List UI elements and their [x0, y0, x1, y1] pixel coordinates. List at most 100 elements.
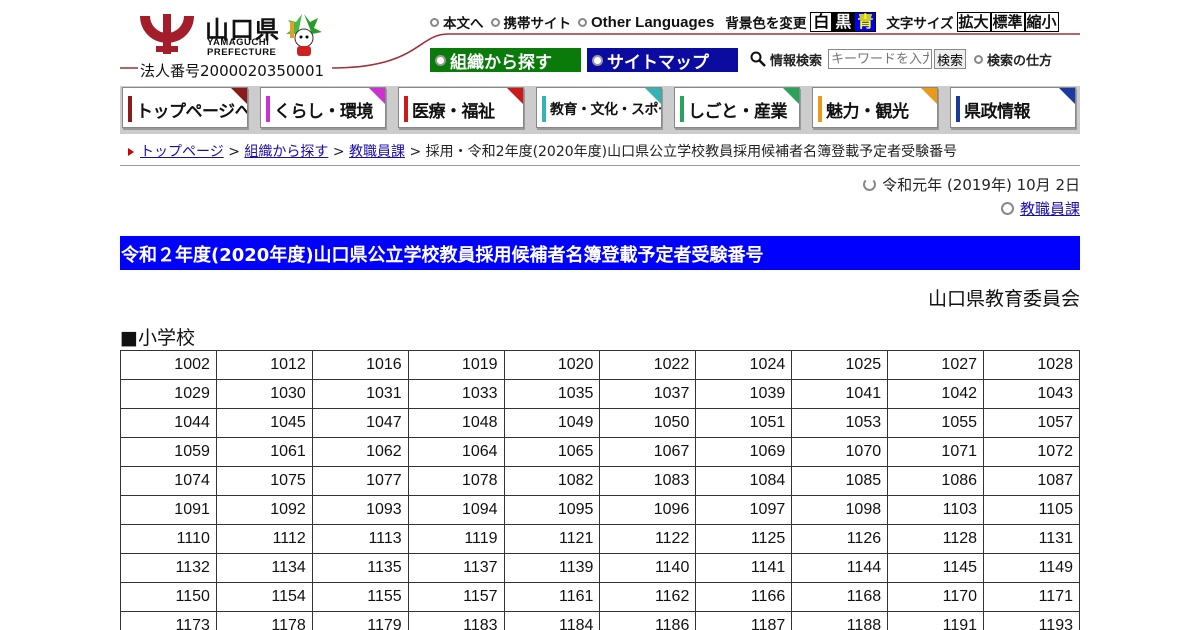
- search-icon: [750, 51, 766, 67]
- gnav-work-industry[interactable]: しごと・産業: [674, 87, 800, 128]
- department-link-row: 教職員課: [1000, 198, 1080, 219]
- mobile-site-link[interactable]: 携帯サイト: [490, 12, 571, 32]
- table-cell: 1112: [215, 524, 313, 554]
- table-cell: 1188: [791, 611, 889, 630]
- issuer-name: 山口県教育委員会: [927, 288, 1080, 310]
- gnav-education-culture-sports[interactable]: 教育・文化・スポーツ: [536, 87, 662, 128]
- table-cell: 1002: [120, 350, 217, 380]
- table-cell: 1065: [503, 437, 601, 467]
- table-cell: 1062: [311, 437, 409, 467]
- skip-to-content-link[interactable]: 本文へ: [430, 12, 484, 32]
- section-heading: ■小学校: [120, 327, 195, 349]
- table-cell: 1016: [311, 350, 409, 380]
- table-cell: 1103: [887, 495, 985, 525]
- gnav-living-environment[interactable]: くらし・環境: [260, 87, 386, 128]
- table-cell: 1075: [215, 466, 313, 496]
- department-link[interactable]: 教職員課: [1020, 198, 1080, 219]
- gnav-medical-welfare[interactable]: 医療・福祉: [398, 87, 524, 128]
- table-cell: 1086: [887, 466, 985, 496]
- font-small-button[interactable]: 縮小: [1024, 12, 1059, 32]
- table-cell: 1132: [120, 553, 217, 583]
- sitemap-button[interactable]: サイトマップ: [587, 48, 738, 73]
- breadcrumb-top-link[interactable]: トップページ: [140, 144, 224, 160]
- table-cell: 1166: [695, 582, 793, 612]
- table-cell: 1094: [407, 495, 505, 525]
- table-cell: 1083: [599, 466, 697, 496]
- bullet-icon: [430, 17, 439, 27]
- category-color-bar: [404, 96, 408, 122]
- updated-date-text: 令和元年 (2019年) 10月 2日: [882, 176, 1080, 194]
- search-by-organization-button[interactable]: 組織から探す: [430, 48, 581, 73]
- table-cell: 1012: [215, 350, 313, 380]
- bullet-icon: [974, 54, 984, 64]
- gnav-label: 医療・福祉: [412, 102, 495, 122]
- table-cell: 1178: [215, 611, 313, 630]
- table-row: 1091 1092 1093 1094 1095 1096 1097 1098 1103 1105: [120, 495, 1080, 525]
- site-logo-english: YAMAGUCHI PREFECTURE: [207, 38, 276, 58]
- table-cell: 1043: [983, 379, 1080, 409]
- breadcrumb-dept-link[interactable]: 教職員課: [349, 144, 405, 160]
- table-row: 1110 1112 1113 1119 1121 1122 1125 1126 1128 1131: [120, 524, 1080, 554]
- site-search: 情報検索 検索 検索の仕方: [750, 49, 1052, 69]
- breadcrumb: トップページ > 組織から探す > 教職員課 > 採用・令和2年度(2020年度…: [128, 141, 957, 161]
- table-cell: 1150: [120, 582, 217, 612]
- font-large-button[interactable]: 拡大: [956, 12, 991, 32]
- table-row: 1029 1030 1031 1033 1035 1037 1039 1041 1042 1043: [120, 379, 1080, 409]
- table-cell: 1145: [887, 553, 985, 583]
- table-cell: 1055: [887, 408, 985, 438]
- other-languages-label: Other Languages: [591, 13, 715, 31]
- sitemap-label: サイトマップ: [607, 52, 709, 73]
- bullet-icon: [1000, 202, 1014, 215]
- corner-triangle-icon: [1059, 88, 1075, 104]
- table-cell: 1061: [215, 437, 313, 467]
- category-color-bar: [680, 96, 684, 122]
- breadcrumb-divider: [120, 165, 1080, 166]
- category-color-bar: [128, 96, 132, 122]
- breadcrumb-separator: >: [228, 144, 240, 160]
- gnav-attractions-tourism[interactable]: 魅力・観光: [812, 87, 938, 128]
- prefecture-emblem-icon[interactable]: [136, 10, 198, 56]
- table-cell: 1031: [311, 379, 409, 409]
- table-cell: 1139: [503, 553, 601, 583]
- gnav-prefectural-info[interactable]: 県政情報: [950, 87, 1076, 128]
- table-cell: 1069: [695, 437, 793, 467]
- table-cell: 1140: [599, 553, 697, 583]
- corner-triangle-icon: [369, 88, 385, 104]
- table-cell: 1047: [311, 408, 409, 438]
- table-cell: 1128: [887, 524, 985, 554]
- exam-number-table: 1002 1012 1016 1019 1020 1022 1024 1025 1027 1028…: [120, 350, 1080, 630]
- search-input[interactable]: [828, 49, 933, 69]
- table-cell: 1084: [695, 466, 793, 496]
- search-button[interactable]: 検索: [934, 49, 967, 69]
- table-row: 1059 1061 1062 1064 1065 1067 1069 1070 1071 1072: [120, 437, 1080, 467]
- table-cell: 1191: [887, 611, 985, 630]
- search-howto-link[interactable]: 検索の仕方: [974, 50, 1052, 69]
- breadcrumb-arrow-icon: [128, 148, 134, 156]
- bg-white-button[interactable]: 白: [810, 12, 833, 32]
- table-cell: 1155: [311, 582, 409, 612]
- table-cell: 1157: [407, 582, 505, 612]
- table-cell: 1035: [503, 379, 601, 409]
- bg-blue-button[interactable]: 青: [854, 12, 877, 32]
- table-cell: 1025: [791, 350, 889, 380]
- gnav-top-page[interactable]: トップページへ: [122, 87, 248, 128]
- table-cell: 1041: [791, 379, 889, 409]
- table-cell: 1097: [695, 495, 793, 525]
- table-cell: 1028: [983, 350, 1080, 380]
- table-cell: 1085: [791, 466, 889, 496]
- breadcrumb-organization-link[interactable]: 組織から探す: [244, 144, 328, 160]
- skip-to-content-label: 本文へ: [443, 16, 484, 32]
- table-cell: 1125: [695, 524, 793, 554]
- bullet-icon: [490, 17, 500, 27]
- table-cell: 1131: [983, 524, 1080, 554]
- exam-number-table-body: 1002 1012 1016 1019 1020 1022 1024 1025 1027 1028…: [120, 350, 1080, 630]
- other-languages-link[interactable]: Other Languages: [578, 14, 714, 31]
- breadcrumb-separator: >: [332, 144, 345, 160]
- table-cell: 1149: [983, 553, 1080, 583]
- table-cell: 1171: [983, 582, 1080, 612]
- table-cell: 1027: [887, 350, 985, 380]
- font-standard-button[interactable]: 標準: [990, 12, 1025, 32]
- utility-links: 本文へ 携帯サイト Other Languages 背景色を変更 白黒青 文字サ…: [430, 12, 1059, 32]
- table-cell: 1045: [215, 408, 313, 438]
- bg-black-button[interactable]: 黒: [832, 12, 855, 32]
